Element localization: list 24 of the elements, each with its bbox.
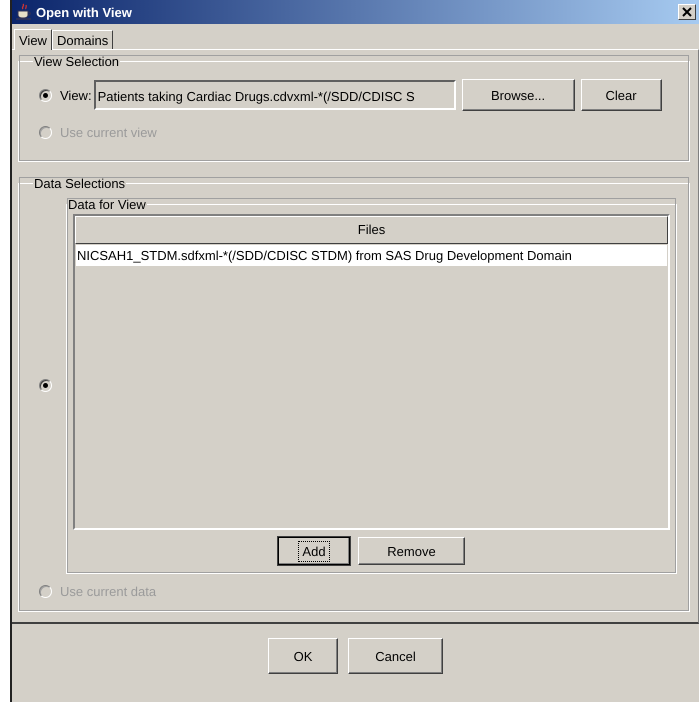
radio-button[interactable] [39, 379, 52, 392]
dialog-button[interactable]: Cancel [348, 638, 443, 674]
column-header[interactable]: Files [75, 216, 668, 244]
radio-label: Use current view [60, 125, 157, 140]
dialog-button[interactable]: Clear [580, 79, 662, 111]
dialog-button[interactable]: Add [278, 537, 350, 565]
radio-button[interactable] [39, 88, 52, 102]
view-field[interactable]: Patients taking Cardiac Drugs.cdvxml-*(/SDD/CDISC S [94, 80, 456, 110]
tab[interactable]: Domains [52, 30, 114, 49]
dialog-button[interactable]: Remove [358, 537, 465, 565]
group-title: Data Selections [33, 176, 126, 191]
window-title: Open with View [36, 4, 133, 20]
dialog-button[interactable]: Browse... [462, 79, 575, 111]
coffee-cup-icon [16, 3, 32, 21]
tab[interactable]: View [14, 29, 52, 50]
dialog-button[interactable]: OK [268, 638, 338, 674]
table-row[interactable]: NICSAH1_STDM.sdfxml-*(/SDD/CDISC STDM) from SAS Drug Development Domain [75, 244, 668, 267]
table-cell: NICSAH1_STDM.sdfxml-*(/SDD/CDISC STDM) from SAS Drug Development Domain [76, 248, 572, 263]
radio-label: View: [60, 88, 92, 102]
group-title: View Selection [33, 54, 120, 69]
close-button[interactable] [678, 4, 696, 20]
group-title: Data for View [67, 197, 147, 212]
radio-label: Use current data [60, 584, 156, 599]
close-icon [682, 7, 692, 17]
